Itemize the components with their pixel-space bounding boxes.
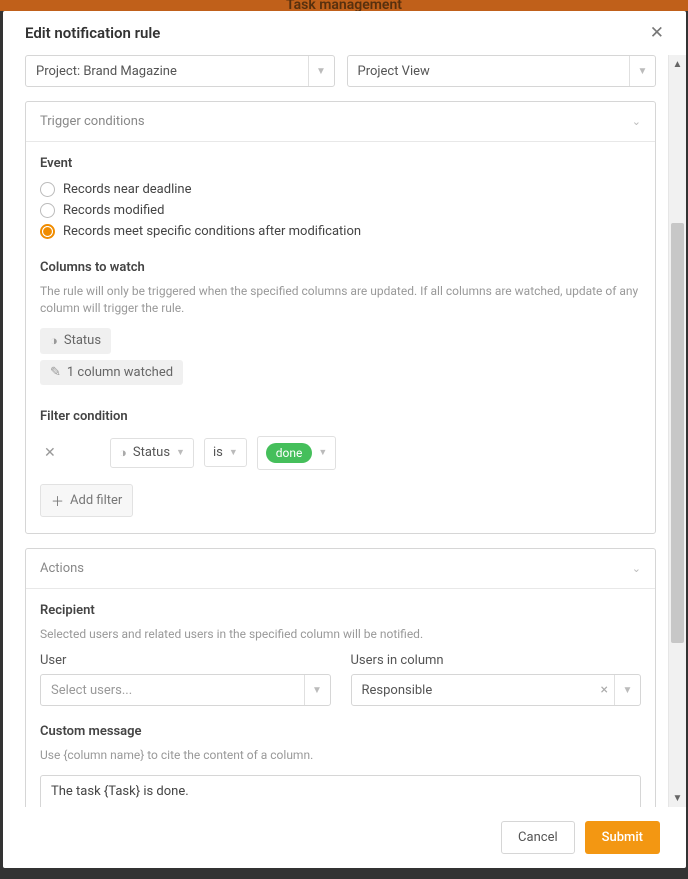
scrollbar[interactable]: ▲ ▼	[668, 55, 686, 807]
user-select-placeholder: Select users...	[41, 683, 304, 698]
custom-message-label: Custom message	[40, 724, 641, 739]
actions-panel-toggle[interactable]: Actions ⌄	[26, 549, 655, 589]
scroll-down-icon[interactable]: ▼	[669, 789, 686, 807]
custom-message-input[interactable]: The task {Task} is done.	[40, 775, 641, 807]
modal-body: Project: Brand Magazine ▼ Project View ▼…	[3, 55, 668, 807]
trigger-panel: Trigger conditions ⌄ Event Records near …	[25, 101, 656, 534]
project-select[interactable]: Project: Brand Magazine ▼	[25, 55, 335, 87]
chevron-down-icon: ▼	[318, 447, 327, 458]
recipient-label: Recipient	[40, 603, 641, 618]
add-filter-button[interactable]: ＋ Add filter	[40, 484, 133, 517]
columns-to-watch-hint: The rule will only be triggered when the…	[40, 283, 641, 318]
columns-watched-summary[interactable]: ✎ 1 column watched	[40, 360, 183, 385]
view-select-value: Project View	[348, 64, 630, 79]
status-badge: done	[266, 443, 313, 463]
user-column-label: User	[40, 653, 331, 668]
modal-header: Edit notification rule ✕	[3, 11, 686, 55]
radio-icon	[40, 203, 55, 218]
radio-meet-conditions[interactable]: Records meet specific conditions after m…	[40, 221, 641, 242]
background-page-title: Task management	[0, 0, 688, 11]
filter-value-select[interactable]: done ▼	[257, 436, 337, 470]
columns-to-watch-label: Columns to watch	[40, 260, 641, 275]
watched-column-chip[interactable]: ◑ Status	[40, 328, 111, 354]
remove-filter-icon[interactable]: ✕	[40, 445, 100, 461]
custom-message-hint: Use {column name} to cite the content of…	[40, 747, 641, 764]
radio-modified[interactable]: Records modified	[40, 200, 641, 221]
trigger-panel-toggle[interactable]: Trigger conditions ⌄	[26, 102, 655, 142]
radio-near-deadline[interactable]: Records near deadline	[40, 179, 641, 200]
pencil-icon: ✎	[50, 365, 61, 380]
chevron-down-icon: ▼	[614, 675, 640, 705]
scroll-thumb[interactable]	[671, 223, 684, 643]
filter-condition-label: Filter condition	[40, 409, 641, 424]
submit-button[interactable]: Submit	[585, 821, 660, 854]
bullet-icon: ◑	[50, 333, 58, 349]
trigger-panel-title: Trigger conditions	[40, 114, 145, 129]
chevron-down-icon: ⌄	[632, 562, 641, 575]
edit-rule-modal: Edit notification rule ✕ Project: Brand …	[3, 11, 686, 868]
recipient-hint: Selected users and related users in the …	[40, 626, 641, 643]
view-select[interactable]: Project View ▼	[347, 55, 657, 87]
chevron-down-icon: ▼	[176, 447, 185, 458]
actions-panel-title: Actions	[40, 561, 84, 576]
bullet-icon: ◑	[119, 445, 127, 461]
modal-footer: Cancel Submit	[3, 807, 686, 868]
chevron-down-icon: ▼	[229, 447, 238, 458]
radio-icon	[40, 182, 55, 197]
chevron-down-icon: ▼	[308, 56, 334, 86]
actions-panel: Actions ⌄ Recipient Selected users and r…	[25, 548, 656, 807]
cancel-button[interactable]: Cancel	[501, 821, 575, 854]
users-in-column-select[interactable]: Responsible × ▼	[351, 674, 642, 706]
radio-icon	[40, 224, 55, 239]
filter-row: ✕ ◑ Status ▼ is ▼ done ▼	[40, 436, 641, 470]
users-in-column-value: Responsible	[352, 683, 595, 698]
users-in-column-label: Users in column	[351, 653, 642, 668]
clear-icon[interactable]: ×	[595, 682, 614, 698]
chevron-down-icon: ▼	[629, 56, 655, 86]
scroll-track[interactable]	[669, 73, 686, 789]
project-select-value: Project: Brand Magazine	[26, 64, 308, 79]
filter-column-select[interactable]: ◑ Status ▼	[110, 438, 194, 468]
user-select[interactable]: Select users... ▼	[40, 674, 331, 706]
close-icon[interactable]: ✕	[646, 21, 668, 45]
filter-operator-select[interactable]: is ▼	[204, 438, 247, 467]
event-label: Event	[40, 156, 641, 171]
chevron-down-icon: ▼	[304, 675, 330, 705]
chevron-down-icon: ⌄	[632, 115, 641, 128]
plus-icon: ＋	[51, 491, 64, 510]
modal-title: Edit notification rule	[25, 24, 160, 42]
scroll-up-icon[interactable]: ▲	[669, 55, 686, 73]
